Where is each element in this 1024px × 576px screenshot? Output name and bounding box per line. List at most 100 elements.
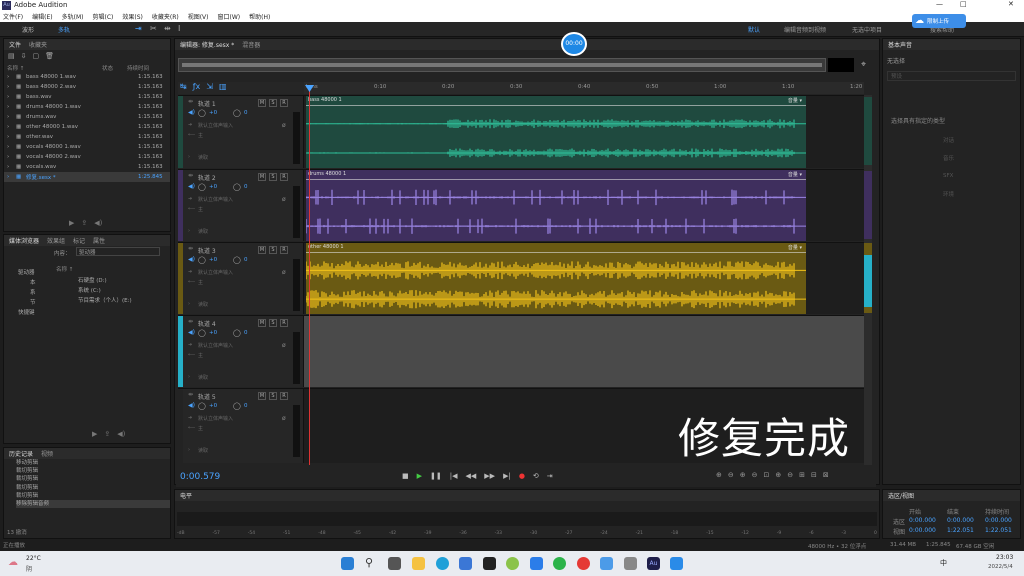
zoom-reset-icon[interactable]: ⊠ [823,471,829,479]
volume-knob-icon[interactable]: ◯ [198,256,206,264]
tab-video[interactable]: 视频 [41,449,53,458]
automation-mode[interactable]: 读取 [198,301,208,308]
drive-d[interactable]: 石硬盘 (D:) [64,276,132,286]
volume-knob-icon[interactable]: ◯ [198,183,206,191]
col-status[interactable]: 状态 [102,64,113,72]
track-row[interactable]: ⇹ 轨道 2 MSR ◀) ◯ +0 ◯ 0 ➜ 默认立体声输入 ø ⟵ 主 ›… [178,169,864,241]
menu-favorites[interactable]: 收藏夹(R) [152,12,179,21]
file-row[interactable]: › ▦ vocals 48000 1.wav 1:15.163 [4,142,170,152]
zoom-out-time-icon[interactable]: ⊖ [752,471,758,479]
volume-icon[interactable]: ◀) [94,219,102,227]
file-row[interactable]: › ▦ other.wav 1:15.163 [4,132,170,142]
col-duration[interactable]: 持续时间 [127,64,149,72]
tab-editor[interactable]: 编辑器: 修复.sesx * [180,40,234,49]
volume-value[interactable]: +0 [209,257,217,263]
expand-icon[interactable]: › [4,84,16,90]
workspace-default[interactable]: 默认 [748,25,760,34]
send-icon[interactable]: ⇲ [206,82,213,94]
tab-essential-sound[interactable]: 基本声音 [888,40,912,49]
minimize-button[interactable]: — [936,0,943,8]
volume-knob-icon[interactable]: ◯ [198,402,206,410]
effects-icon[interactable]: ƒx [193,82,201,94]
tree-item[interactable]: 驱动器 [6,268,51,278]
file-row[interactable]: › ▦ bass.wav 1:15.163 [4,92,170,102]
volume-icon[interactable]: ◀) [117,430,125,438]
close-button[interactable]: ✕ [1008,0,1014,8]
time-ruler[interactable]: hms0:100:200:300:400:501:001:101:20 [304,82,864,94]
playhead[interactable] [309,90,310,465]
record-arm-button[interactable]: R [280,246,288,254]
file-row[interactable]: › ▦ other 48000 1.wav 1:15.163 [4,122,170,132]
tab-favorites[interactable]: 收藏夹 [29,40,47,49]
tab-media-browser[interactable]: 媒体浏览器 [9,236,39,245]
pause-icon[interactable]: ❚❚ [430,472,442,480]
weather-temp[interactable]: 22°C [26,555,41,562]
drag-handle-icon[interactable]: ⇹ [188,245,193,252]
col-name[interactable]: 名称 ↑ [7,64,24,72]
automation-mode[interactable]: 读取 [198,154,208,161]
expand-icon[interactable]: › [4,124,16,130]
maximize-button[interactable]: □ [960,0,967,8]
app4-icon[interactable] [670,557,683,570]
tree-item[interactable]: 系 [6,288,51,298]
record-arm-button[interactable]: R [280,99,288,107]
eq-icon[interactable]: ▥ [219,82,227,94]
start-icon[interactable] [341,557,354,570]
file-explorer-icon[interactable] [412,557,425,570]
go-end-icon[interactable]: ▶| [503,472,511,480]
volume-knob-icon[interactable]: ◯ [198,109,206,117]
expand-icon[interactable]: › [4,94,16,100]
media-col-name[interactable]: 名称 ↑ [56,265,73,273]
task-view-icon[interactable] [388,557,401,570]
upload-badge[interactable]: ☁ 限制上传 [912,14,966,28]
expand-icon[interactable]: › [188,301,190,307]
pan-value[interactable]: 0 [244,330,248,336]
tab-mixer[interactable]: 混音器 [242,40,260,49]
razor-tool-icon[interactable]: ✂ [150,24,157,33]
drive-c[interactable]: 系统 (C:) [64,286,132,296]
expand-icon[interactable]: › [188,228,190,234]
record-arm-button[interactable]: R [280,319,288,327]
solo-button[interactable]: S [269,319,277,327]
file-row[interactable]: › ▦ bass 48000 1.wav 1:15.163 [4,72,170,82]
pan-value[interactable]: 0 [244,257,248,263]
menu-edit[interactable]: 编辑(E) [32,12,52,21]
zoom-fit-icon[interactable]: ⌖ [861,60,866,70]
open-folder-icon[interactable]: ▤ [8,52,15,60]
workspace-edit-audio[interactable]: 编辑音频到视频 [784,25,826,34]
audition-taskbar-icon[interactable]: Au [647,557,660,570]
track-row[interactable]: ⇹ 轨道 1 MSR ◀) ◯ +0 ◯ 0 ➜ 默认立体声输入 ø ⟵ 主 ›… [178,95,864,168]
timecode-badge[interactable]: 00:00 [561,32,587,56]
vertical-scrollbar[interactable] [864,95,872,465]
menu-effects[interactable]: 效果(S) [122,12,143,21]
history-item[interactable]: 移动剪辑 [16,459,170,467]
tab-effects-rack[interactable]: 效果组 [47,236,65,245]
expand-icon[interactable]: › [4,154,16,160]
output-dropdown[interactable]: 主 [198,352,203,359]
volume-knob-icon[interactable]: ◯ [198,329,206,337]
edge-icon[interactable] [436,557,449,570]
output-dropdown[interactable]: 主 [198,279,203,286]
drag-handle-icon[interactable]: ⇹ [188,98,193,105]
export-icon[interactable]: ⇪ [81,219,87,227]
netease-music-icon[interactable] [577,557,590,570]
waveform-view-button[interactable]: 波形 [22,25,34,34]
tab-properties[interactable]: 属性 [93,236,105,245]
expand-icon[interactable]: › [188,154,190,160]
app-icon[interactable] [483,557,496,570]
ime-indicator[interactable]: 中 [940,558,947,568]
pan-knob-icon[interactable]: ◯ [233,256,241,264]
move-tool-icon[interactable]: ⇥ [135,24,142,33]
app2-icon[interactable] [530,557,543,570]
zoom-in-amp-icon[interactable]: ⊕ [716,471,722,479]
volume-value[interactable]: +0 [209,403,217,409]
track-name[interactable]: 轨道 2 [198,173,216,182]
zoom-out-amp-icon[interactable]: ⊖ [728,471,734,479]
track-name[interactable]: 轨道 1 [198,99,216,108]
file-row[interactable]: › ▦ vocals.wav 1:15.163 [4,162,170,172]
track-name[interactable]: 轨道 3 [198,246,216,255]
volume-value[interactable]: +0 [209,184,217,190]
file-row[interactable]: › ▦ 修复.sesx * 1:25.845 [4,172,170,182]
import-icon[interactable]: ⇩ [21,52,27,60]
tree-item[interactable]: 快捷键 [6,308,51,318]
